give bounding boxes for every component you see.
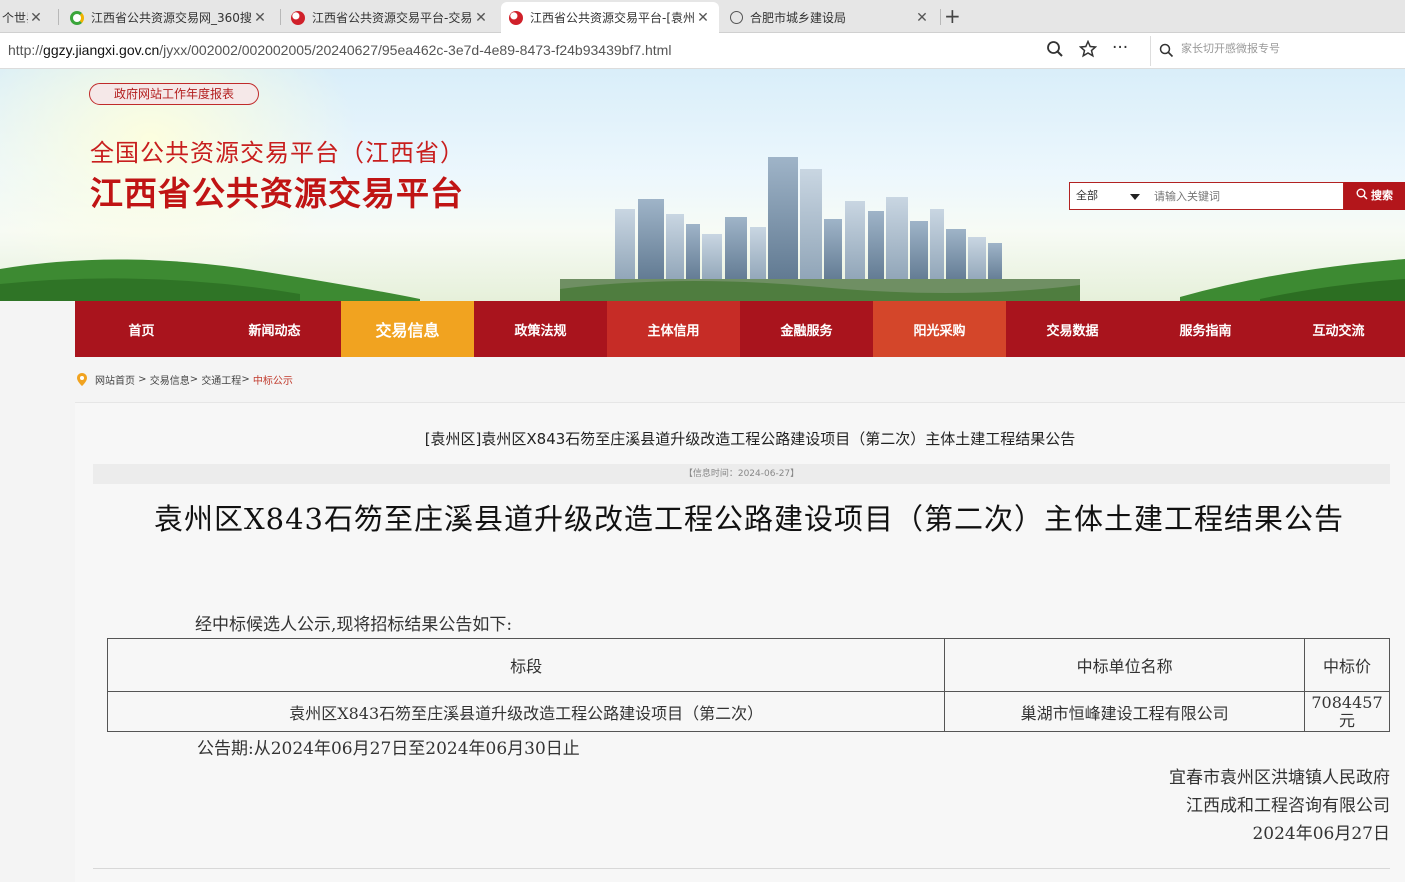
col-header-section: 标段 <box>106 638 946 692</box>
tab-2-title: 江西省公共资源交易网_360搜 <box>91 11 252 25</box>
nav-item-news[interactable]: 新闻动态 <box>208 301 341 357</box>
site-title-line1: 全国公共资源交易平台（江西省） <box>90 139 465 167</box>
article-intro: 经中标候选人公示,现将招标结果公告如下: <box>195 615 513 635</box>
article-bar-title: [袁州区]袁州区X843石笏至庄溪县道升级改造工程公路建设项目（第二次）主体土建… <box>424 430 1076 448</box>
col-header-price: 中标价 <box>1304 638 1390 692</box>
table-header-row: 标段 中标单位名称 中标价 <box>106 638 1390 692</box>
site-search-button-label: 搜索 <box>1371 189 1393 202</box>
search-scope-select[interactable]: 全部 <box>1069 182 1147 210</box>
signature-date: 2024年06月27日 <box>1252 824 1390 844</box>
site-search: 全部 搜索 <box>1069 182 1405 210</box>
close-icon[interactable]: ✕ <box>28 10 44 26</box>
jiangxi-logo-icon <box>291 10 305 25</box>
signature-agency: 江西成和工程咨询有限公司 <box>1186 796 1390 816</box>
cell-price: 7084457元 <box>1304 691 1390 732</box>
green-hills-decoration <box>0 259 1405 301</box>
breadcrumb-transport[interactable]: 交通工程 <box>201 372 241 387</box>
close-icon[interactable]: ✕ <box>695 10 711 26</box>
tab-1-title: 个世界 <box>2 11 28 25</box>
tab-4-title: 江西省公共资源交易平台-[袁州 <box>530 11 695 25</box>
tab-4-active[interactable]: 江西省公共资源交易平台-[袁州 ✕ <box>501 2 719 33</box>
web-page: 政府网站工作年度报表 全国公共资源交易平台（江西省） 江西省公共资源交易平台 全… <box>0 69 1405 882</box>
announcement-period: 公告期:从2024年06月27日至2024年06月30日止 <box>197 739 580 759</box>
tab-divider <box>280 9 281 25</box>
nav-item-finance[interactable]: 金融服务 <box>740 301 873 357</box>
col-header-winner: 中标单位名称 <box>944 638 1306 692</box>
nav-item-trade-data[interactable]: 交易数据 <box>1006 301 1139 357</box>
site-title-line2: 江西省公共资源交易平台 <box>90 174 464 213</box>
nav-item-home[interactable]: 首页 <box>75 301 208 357</box>
tab-5[interactable]: 合肥市城乡建设局 ✕ <box>722 2 938 33</box>
nav-item-sunshine-procurement[interactable]: 阳光采购 <box>873 301 1006 357</box>
site-search-button[interactable]: 搜索 <box>1344 182 1405 210</box>
url-prefix: http:// <box>8 42 44 58</box>
zoom-icon[interactable] <box>1046 40 1064 63</box>
main-navigation: 首页 新闻动态 交易信息 政策法规 主体信用 金融服务 阳光采购 交易数据 服务… <box>75 301 1405 357</box>
article-meta-time: 【信息时间：2024-06-27】 <box>93 464 1390 484</box>
search-icon <box>1159 43 1174 62</box>
breadcrumb-trade-info[interactable]: 交易信息 <box>150 372 190 387</box>
site-search-input[interactable] <box>1146 182 1344 210</box>
globe-icon <box>730 11 743 24</box>
breadcrumb-current: 中标公示 <box>252 376 293 387</box>
tab-5-title: 合肥市城乡建设局 <box>750 11 847 25</box>
browser-search-box[interactable]: 家长切开感微报专号 <box>1150 36 1400 66</box>
search-icon <box>1356 188 1368 200</box>
browser-search-placeholder: 家长切开感微报专号 <box>1181 42 1280 55</box>
result-table: 标段 中标单位名称 中标价 袁州区X843石笏至庄溪县道升级改造工程公路建设项目… <box>106 638 1390 732</box>
divider <box>93 868 1390 869</box>
tab-divider <box>58 9 59 25</box>
nav-item-service-guide[interactable]: 服务指南 <box>1139 301 1272 357</box>
breadcrumb-home[interactable]: 网站首页 <box>95 372 135 387</box>
tab-2[interactable]: 江西省公共资源交易网_360搜 ✕ <box>62 2 276 33</box>
dropdown-arrow-icon <box>1130 194 1140 200</box>
360-search-icon <box>70 10 84 25</box>
url-path: /jyxx/002002/002002005/20240627/95ea462c… <box>159 42 672 58</box>
article-title: 袁州区X843石笏至庄溪县道升级改造工程公路建设项目（第二次）主体土建工程结果公… <box>154 502 1344 536</box>
tab-1[interactable]: 个世界 ✕ <box>0 2 52 33</box>
location-pin-icon <box>77 373 87 386</box>
close-icon[interactable]: ✕ <box>252 10 268 26</box>
table-row: 袁州区X843石笏至庄溪县道升级改造工程公路建设项目（第二次） 巢湖市恒峰建设工… <box>106 691 1390 732</box>
url-field[interactable]: http://ggzy.jiangxi.gov.cn/jyxx/002002/0… <box>8 42 671 58</box>
cell-winner: 巢湖市恒峰建设工程有限公司 <box>944 691 1306 732</box>
tab-3-title: 江西省公共资源交易平台-交易 <box>312 11 473 25</box>
more-menu-icon[interactable]: ··· <box>1112 38 1128 58</box>
nav-item-interaction[interactable]: 互动交流 <box>1272 301 1405 357</box>
browser-tab-strip: 个世界 ✕ 江西省公共资源交易网_360搜 ✕ 江西省公共资源交易平台-交易 ✕… <box>0 0 1405 33</box>
nav-item-credit[interactable]: 主体信用 <box>607 301 740 357</box>
tab-3[interactable]: 江西省公共资源交易平台-交易 ✕ <box>283 2 497 33</box>
cell-section: 袁州区X843石笏至庄溪县道升级改造工程公路建设项目（第二次） <box>106 691 946 732</box>
nav-item-trade-info[interactable]: 交易信息 <box>341 301 474 357</box>
close-icon[interactable]: ✕ <box>473 10 489 26</box>
new-tab-icon[interactable]: + <box>944 4 961 28</box>
site-banner: 政府网站工作年度报表 全国公共资源交易平台（江西省） 江西省公共资源交易平台 全… <box>0 69 1405 301</box>
breadcrumb: 网站首页 > 交易信息 > 交通工程 > 中标公示 <box>77 372 293 387</box>
address-bar: http://ggzy.jiangxi.gov.cn/jyxx/002002/0… <box>0 33 1405 69</box>
bookmark-star-icon[interactable] <box>1078 39 1098 63</box>
article-panel: [袁州区]袁州区X843石笏至庄溪县道升级改造工程公路建设项目（第二次）主体土建… <box>75 402 1405 882</box>
jiangxi-logo-icon <box>509 10 523 25</box>
url-host: ggzy.jiangxi.gov.cn <box>43 42 160 58</box>
close-icon[interactable]: ✕ <box>914 10 930 26</box>
nav-item-policy[interactable]: 政策法规 <box>474 301 607 357</box>
search-scope-value: 全部 <box>1076 189 1098 202</box>
annual-report-link[interactable]: 政府网站工作年度报表 <box>89 83 259 105</box>
signature-owner: 宜春市袁州区洪塘镇人民政府 <box>1169 768 1390 788</box>
tab-divider <box>940 9 941 25</box>
